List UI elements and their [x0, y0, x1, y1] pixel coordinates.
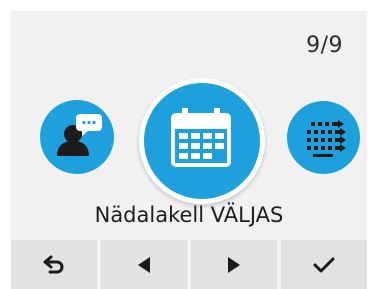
- weekly-timer-button[interactable]: [139, 78, 265, 204]
- bottom-navigation-bar: [11, 240, 367, 289]
- contact-speech-icon: [57, 114, 102, 156]
- calendar-icon: [171, 105, 231, 167]
- previous-button[interactable]: [101, 240, 187, 289]
- list-arrows-icon: [307, 120, 346, 157]
- arrow-right-icon: [228, 256, 240, 273]
- list-menu-button[interactable]: [287, 101, 360, 174]
- back-icon: [43, 255, 64, 273]
- contact-menu-button[interactable]: [40, 100, 114, 174]
- back-button[interactable]: [11, 240, 97, 289]
- checkmark-icon: [313, 257, 335, 272]
- page-counter: 9/9: [306, 33, 343, 58]
- arrow-left-icon: [138, 256, 150, 273]
- device-screen: 9/9 Nädalakell VÄLJAS: [11, 11, 367, 289]
- next-button[interactable]: [191, 240, 277, 289]
- confirm-button[interactable]: [281, 240, 367, 289]
- menu-item-label: Nädalakell VÄLJAS: [94, 203, 284, 227]
